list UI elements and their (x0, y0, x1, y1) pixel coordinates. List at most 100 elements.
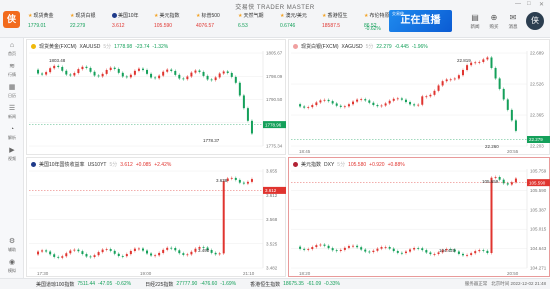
candle-body (97, 252, 100, 256)
minimize-icon[interactable]: — (515, 1, 521, 7)
candle-body (113, 67, 116, 69)
candlestick-chart[interactable]: 22.689 22.526 22.365 22.203 18:45 20:55 22.279… (289, 40, 550, 156)
maximize-icon[interactable]: □ (527, 1, 531, 7)
candle-body (482, 59, 485, 62)
avatar[interactable]: 侠 (526, 12, 544, 30)
ticker-item[interactable]: 美国10年 3.612 (110, 12, 152, 34)
ticker-item[interactable]: ★ 美元指数 105.590 (152, 12, 194, 34)
candle-body (364, 249, 367, 252)
banner-sub: 交易侠 (392, 11, 404, 16)
ticker-item[interactable]: ★ 现货白银 22.279 (68, 12, 110, 34)
candle-body (360, 247, 363, 250)
close-icon[interactable]: ✕ (539, 1, 544, 8)
candle-body (69, 74, 72, 76)
ticker-name: 现货黄金 (33, 13, 54, 19)
news-icon: ☰ (8, 105, 16, 112)
candle-body (490, 57, 493, 68)
candle-body (425, 96, 428, 98)
candle-body (474, 62, 477, 64)
chart-panel-us10y[interactable]: 美国10年国债收益率 US10YT 5分 3.612 +0.085 +2.42%… (26, 157, 286, 277)
candle-body (45, 72, 48, 75)
sidebar-item-home[interactable]: ⌂ 首页 (0, 42, 24, 57)
candle-body (494, 67, 497, 79)
ticker-value: 3.612 (112, 23, 125, 29)
candle-body (470, 62, 473, 66)
top-message-button[interactable]: ✉ 消息 (504, 13, 522, 30)
candle-body (347, 104, 350, 107)
low-annotation: 22.260 (485, 144, 499, 149)
bottom-ticker[interactable]: 美国道琼100指数 7511.44 -47.05 -0.62% (36, 281, 131, 288)
live-banner[interactable]: 交易侠 正在直播 (389, 10, 452, 32)
candle-body (356, 99, 359, 102)
sidebar-item-tools[interactable]: ⚙ 辅助 (0, 238, 24, 253)
candle-body (154, 77, 157, 79)
sidebar-item-calendar[interactable]: ▦ 日历 (0, 84, 24, 99)
chart-panel-dxy[interactable]: 美元指数 DXY 5分 105.580 +0.920 +0.88% 105.75… (288, 157, 550, 277)
candle-body (400, 252, 403, 254)
candle-body (364, 99, 367, 101)
ticker-item[interactable]: ★ 天然气期 6.53 (236, 12, 278, 34)
bottom-ticker-name: 美国道琼100指数 (36, 281, 75, 288)
simulate-icon: ◉ (8, 259, 16, 266)
candle-body (73, 249, 76, 251)
candle-body (186, 76, 189, 80)
candle-body (174, 70, 177, 75)
candle-body (376, 248, 379, 251)
bottom-ticker[interactable]: 日经225指数 27777.90 -476.60 -1.69% (145, 281, 236, 288)
candle-body (470, 253, 473, 255)
ticker-change: -0.62% (365, 26, 381, 32)
top-buy-button[interactable]: ⊕ 购买 (485, 13, 503, 30)
candle-body (141, 68, 144, 70)
candle-body (85, 254, 88, 257)
candle-body (478, 250, 481, 252)
bottom-ticker[interactable]: 香港恒生指数 18675.35 -61.09 -0.33% (250, 281, 340, 288)
candle-body (133, 70, 136, 75)
top-icon-label: 购买 (489, 24, 499, 29)
sidebar-item-label: 辅助 (8, 247, 16, 252)
candle-body (41, 73, 44, 75)
candle-body (445, 79, 448, 82)
x-tick-label: 18:45 (299, 149, 311, 154)
y-tick-label: 22.526 (530, 82, 544, 87)
candle-body (335, 250, 338, 252)
x-tick-label: 20:55 (507, 149, 519, 154)
sidebar-item-video[interactable]: ▶ 视频 (0, 147, 24, 162)
chart-panel-gold[interactable]: 现货黄金(FXCM) XAUUSD 5分 1778.98 -23.74 -1.3… (26, 39, 286, 155)
candle-body (250, 120, 253, 134)
bottom-ticker-change: -47.05 (98, 280, 113, 287)
ticker-item[interactable]: ★ 现货黄金 1779.01 (26, 12, 68, 34)
candlestick-chart[interactable]: 105.759 105.590 105.387 105.015 104.643 104.2… (289, 158, 550, 278)
sidebar-item-label: 新闻 (8, 114, 16, 119)
ticker-item[interactable]: ★ 香港恒生 18587.5 (320, 12, 362, 34)
candle-body (137, 248, 140, 250)
candle-body (49, 68, 52, 73)
sidebar-item-simulate[interactable]: ◉ 模拟 (0, 259, 24, 274)
candle-body (514, 178, 517, 183)
candlestick-chart[interactable]: 3.655 3.612 3.568 3.525 3.482 17:30 19:00 21:10… (27, 158, 287, 278)
candle-body (41, 250, 44, 252)
sidebar-item-label: 行情 (8, 72, 16, 77)
candle-body (93, 71, 96, 76)
candle-body (437, 85, 440, 91)
candle-body (478, 61, 481, 63)
clock: 北京时间 2022-12-02 21:48 (491, 281, 546, 286)
bottom-ticker-name: 香港恒生指数 (250, 281, 281, 288)
candle-body (117, 68, 120, 73)
status-area: 服务器正常 北京时间 2022-12-02 21:48 (465, 281, 546, 287)
candle-body (37, 251, 40, 255)
candle-body (482, 250, 485, 251)
sidebar-item-news[interactable]: ☰ 新闻 (0, 105, 24, 120)
candle-body (190, 251, 193, 255)
candlestick-chart[interactable]: 1805.671798.091790.501782.921775.341778.… (27, 40, 287, 156)
ticker-value: 1779.01 (28, 23, 47, 29)
sidebar-item-analysis[interactable]: ◔ 解析 (0, 126, 24, 141)
candle-body (178, 250, 181, 254)
candle-body (49, 251, 52, 255)
candle-body (222, 181, 225, 254)
top-news-button[interactable]: ▤ 新闻 (466, 13, 484, 30)
ticker-item[interactable]: ★ 澳元/美元 0.6746 (278, 12, 320, 34)
candle-body (214, 252, 217, 255)
sidebar-item-quotes[interactable]: ≋ 行情 (0, 63, 24, 78)
chart-panel-silver[interactable]: 现货白银(FXCM) XAGUSD 5分 22.279 -0.445 -1.96… (288, 39, 550, 155)
ticker-item[interactable]: ★ 标普500 4076.57 (194, 12, 236, 34)
